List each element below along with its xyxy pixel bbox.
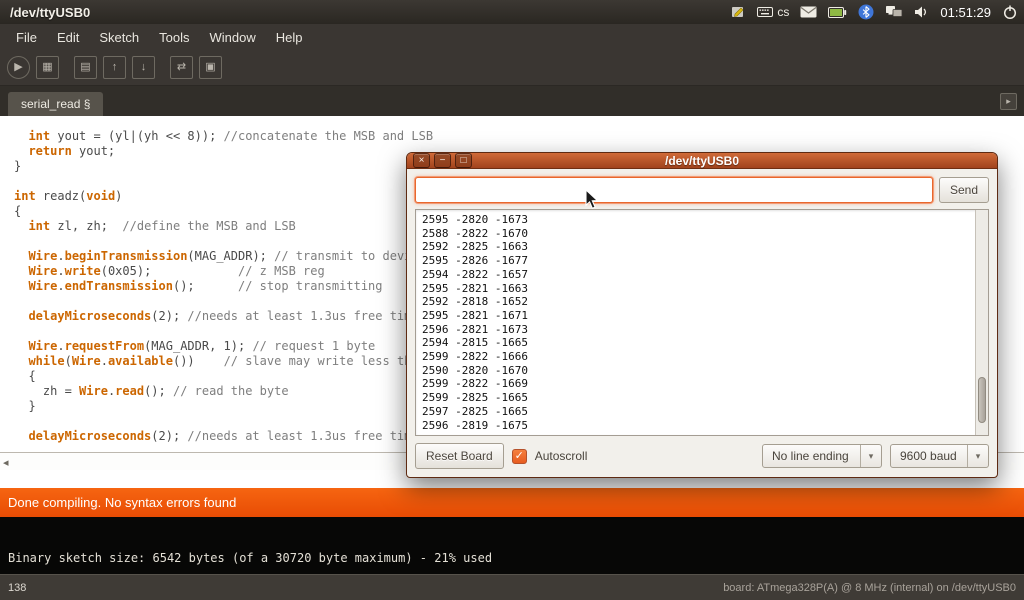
volume-icon[interactable] [914, 5, 929, 19]
serial-scrollbar[interactable] [975, 210, 988, 435]
chevron-down-icon[interactable]: ▾ [860, 445, 881, 467]
autoscroll-checkbox[interactable]: ✓ [512, 449, 527, 464]
line-number: 138 [8, 582, 26, 594]
minimize-icon: − [440, 155, 446, 166]
menu-file[interactable]: File [6, 25, 47, 50]
scrollbar-thumb[interactable] [978, 377, 986, 423]
verify-icon: ▶ [8, 57, 29, 78]
serial-monitor-titlebar[interactable]: × − □ /dev/ttyUSB0 [407, 153, 997, 169]
menu-window[interactable]: Window [199, 25, 265, 50]
serial-controls-row: Reset Board ✓ Autoscroll No line ending … [415, 442, 989, 470]
new-sketch-icon: ▤ [75, 57, 96, 78]
serial-monitor-title: /dev/ttyUSB0 [407, 154, 997, 168]
open-sketch-button[interactable]: ↑ [103, 56, 126, 79]
desktop: /dev/ttyUSB0 cs 01:5 [0, 0, 1024, 600]
maximize-icon: □ [460, 155, 466, 166]
network-icon[interactable] [885, 5, 903, 19]
maximize-button[interactable]: □ [455, 153, 472, 168]
upload-icon: ⇄ [171, 57, 192, 78]
tab-serial-read[interactable]: serial_read § [8, 92, 103, 116]
line-ending-value: No line ending [763, 445, 860, 467]
serial-monitor-body: Send 2595 -2820 -1673 2588 -2822 -1670 2… [407, 169, 997, 478]
serial-input[interactable] [415, 177, 933, 203]
verify-button[interactable]: ▶ [7, 56, 30, 79]
window-controls: × − □ [413, 153, 472, 168]
line-ending-dropdown[interactable]: No line ending ▾ [762, 444, 882, 468]
new-sketch-button[interactable]: ▤ [74, 56, 97, 79]
menu-tools[interactable]: Tools [149, 25, 199, 50]
serial-monitor-button[interactable]: ▣ [199, 56, 222, 79]
status-message: Done compiling. No syntax errors found [8, 495, 236, 510]
battery-icon[interactable] [828, 7, 847, 18]
keyboard-layout-label: cs [777, 5, 789, 19]
window-title: /dev/ttyUSB0 [10, 5, 90, 20]
close-button[interactable]: × [413, 153, 430, 168]
stop-button[interactable]: ▦ [36, 56, 59, 79]
menu-sketch[interactable]: Sketch [89, 25, 149, 50]
serial-monitor-window: × − □ /dev/ttyUSB0 Send 2595 -2820 -1673… [406, 152, 998, 478]
board-info: board: ATmega328P(A) @ 8 MHz (internal) … [723, 582, 1016, 594]
session-menu-icon[interactable] [1002, 4, 1018, 20]
clock[interactable]: 01:51:29 [940, 5, 991, 20]
save-sketch-button[interactable]: ↓ [132, 56, 155, 79]
keyboard-layout-icon[interactable]: cs [757, 5, 789, 19]
upload-button[interactable]: ⇄ [170, 56, 193, 79]
top-panel: /dev/ttyUSB0 cs 01:5 [0, 0, 1024, 24]
tab-bar: serial_read § ▸ [0, 86, 1024, 116]
reset-board-button[interactable]: Reset Board [415, 443, 504, 469]
bluetooth-icon[interactable] [858, 4, 874, 20]
tab-menu-button[interactable]: ▸ [1000, 93, 1017, 110]
open-icon: ↑ [104, 57, 125, 78]
status-bar: Done compiling. No syntax errors found [0, 488, 1024, 517]
tab-menu-icon: ▸ [1006, 96, 1011, 106]
system-tray: cs 01:51:29 [730, 4, 1018, 20]
menu-bar: File Edit Sketch Tools Window Help [0, 24, 1024, 50]
menu-edit[interactable]: Edit [47, 25, 89, 50]
input-method-icon[interactable] [730, 4, 746, 20]
toolbar: ▶ ▦ ▤ ↑ ↓ ⇄ ▣ [0, 50, 1024, 86]
serial-input-row: Send [415, 177, 989, 203]
serial-output-text: 2595 -2820 -1673 2588 -2822 -1670 2592 -… [416, 210, 988, 435]
save-icon: ↓ [133, 57, 154, 78]
autoscroll-label: Autoscroll [535, 449, 588, 463]
mail-icon[interactable] [800, 6, 817, 18]
stop-icon: ▦ [37, 57, 58, 78]
serial-output-area[interactable]: 2595 -2820 -1673 2588 -2822 -1670 2592 -… [415, 209, 989, 436]
chevron-down-icon[interactable]: ▾ [967, 445, 988, 467]
mouse-cursor [585, 189, 600, 215]
scroll-left-icon[interactable]: ◂ [3, 456, 9, 469]
minimize-button[interactable]: − [434, 153, 451, 168]
close-icon: × [419, 155, 425, 166]
send-button[interactable]: Send [939, 177, 989, 203]
serial-monitor-icon: ▣ [200, 57, 221, 78]
menu-help[interactable]: Help [266, 25, 313, 50]
build-console: Binary sketch size: 6542 bytes (of a 307… [0, 517, 1024, 574]
baud-rate-value: 9600 baud [891, 445, 967, 467]
console-text: Binary sketch size: 6542 bytes (of a 307… [8, 551, 492, 565]
baud-rate-dropdown[interactable]: 9600 baud ▾ [890, 444, 989, 468]
footer-strip: 138 board: ATmega328P(A) @ 8 MHz (intern… [0, 574, 1024, 600]
check-icon: ✓ [515, 450, 524, 462]
code-line: int yout = (yl|(yh << 8)); //concatenate… [14, 129, 1024, 144]
